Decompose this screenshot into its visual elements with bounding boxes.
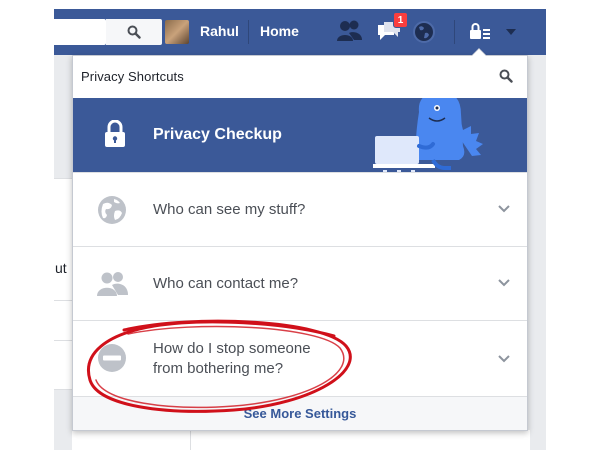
menu-item-label-line1: How do I stop someone <box>153 340 311 357</box>
search-button[interactable] <box>106 19 162 45</box>
menu-footer: See More Settings <box>73 396 527 430</box>
background-bottom-card <box>190 430 530 450</box>
background-right-column <box>528 55 546 450</box>
menu-title: Privacy Shortcuts <box>81 69 184 84</box>
home-link[interactable]: Home <box>260 23 299 39</box>
background-divider <box>54 300 72 301</box>
menu-item-who-can-contact[interactable]: Who can contact me? <box>73 246 527 320</box>
privacy-dinosaur-icon <box>373 98 483 172</box>
notification-badge: 1 <box>393 12 408 28</box>
background-card <box>54 178 72 390</box>
search-icon[interactable] <box>499 69 513 83</box>
background-divider <box>54 340 72 341</box>
search-icon <box>127 25 141 39</box>
notifications-globe-icon[interactable] <box>411 19 437 45</box>
profile-name-link[interactable]: Rahul <box>200 23 239 39</box>
see-more-settings-link[interactable]: See More Settings <box>244 406 357 421</box>
screen: ut Rahul Home 1 Privacy Shortcuts Privac… <box>0 0 600 450</box>
menu-header: Privacy Shortcuts <box>73 56 527 98</box>
avatar[interactable] <box>165 20 189 44</box>
nav-divider <box>454 20 455 44</box>
nav-divider <box>248 20 249 44</box>
globe-icon <box>98 196 126 224</box>
menu-pointer-fill <box>472 49 486 56</box>
menu-item-stop-someone[interactable]: How do I stop someone from bothering me? <box>73 320 527 396</box>
privacy-checkup-item[interactable]: Privacy Checkup <box>73 98 527 172</box>
friend-requests-icon[interactable] <box>336 19 364 43</box>
caret-down-icon[interactable] <box>506 29 516 35</box>
lock-icon <box>105 120 125 147</box>
privacy-shortcuts-menu: Privacy Shortcuts Privacy Checkup Who ca… <box>72 48 528 431</box>
menu-item-label-line2: from bothering me? <box>153 360 284 377</box>
privacy-checkup-label: Privacy Checkup <box>153 126 282 143</box>
people-icon <box>97 272 128 296</box>
block-icon <box>98 344 126 372</box>
chevron-down-icon[interactable] <box>498 355 510 363</box>
menu-item-label: Who can see my stuff? <box>153 201 306 218</box>
search-input[interactable] <box>54 19 106 45</box>
chevron-down-icon[interactable] <box>498 279 510 287</box>
menu-item-label: Who can contact me? <box>153 275 299 292</box>
privacy-shortcuts-icon[interactable] <box>467 20 493 44</box>
background-partial-text: ut <box>55 260 67 276</box>
menu-item-who-can-see[interactable]: Who can see my stuff? <box>73 172 527 246</box>
chevron-down-icon[interactable] <box>498 205 510 213</box>
